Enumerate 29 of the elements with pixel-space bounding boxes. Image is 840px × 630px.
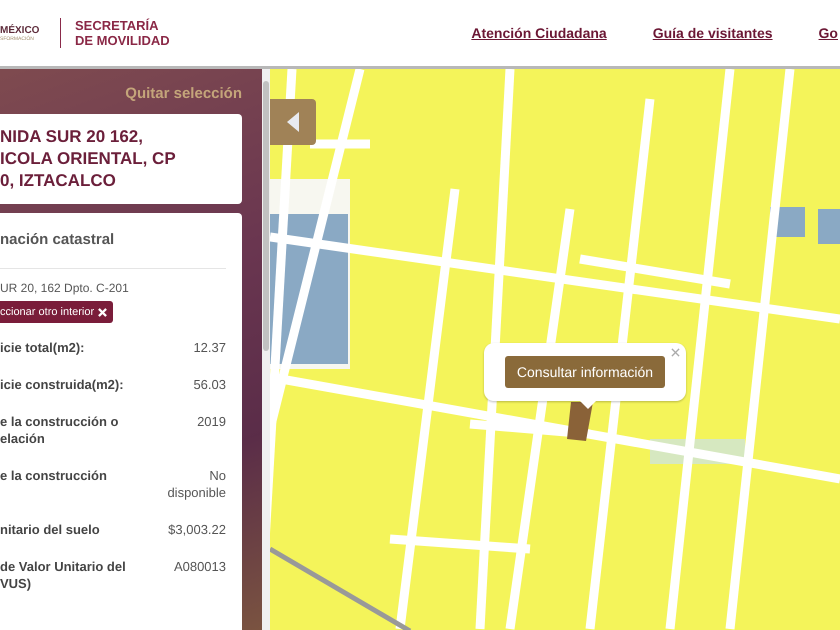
- field-label: e la construcción: [0, 467, 107, 485]
- close-icon[interactable]: [671, 348, 680, 357]
- field-value: A080013: [174, 558, 226, 576]
- card-title: nación catastral: [0, 231, 226, 269]
- consult-info-button[interactable]: Consultar información: [504, 356, 666, 388]
- address-line: NIDA SUR 20 162,: [0, 126, 144, 148]
- field-value: No disponible: [167, 467, 226, 501]
- scrollbar[interactable]: [262, 69, 270, 630]
- agency-name: SECRETARÍA DE MOVILIDAD: [75, 18, 170, 48]
- change-interior-button[interactable]: ccionar otro interior: [0, 301, 114, 323]
- collapse-panel-button[interactable]: [270, 99, 316, 145]
- address-line: ICOLA ORIENTAL, CP: [0, 148, 177, 170]
- field-label: icie construida(m2):: [0, 376, 124, 393]
- unit-address: UR 20, 162 Dpto. C-201: [0, 281, 130, 295]
- address-line: 0, IZTACALCO: [0, 170, 117, 192]
- triangle-left-icon: [287, 112, 299, 132]
- nav-link[interactable]: Atención Ciudadana: [471, 25, 607, 41]
- nav-link[interactable]: Guía de visitantes: [652, 25, 773, 41]
- field-value: 2019: [197, 413, 226, 431]
- field-label: de Valor Unitario del VUS): [0, 558, 126, 592]
- nav-link[interactable]: Go: [818, 25, 838, 41]
- field-label: icie total(m2):: [0, 339, 85, 356]
- field-label: e la construcción o elación: [0, 413, 118, 447]
- field-label: nitario del suelo: [0, 521, 100, 538]
- field-value: 56.03: [193, 376, 226, 393]
- close-icon: [98, 308, 108, 316]
- field-value: $3,003.22: [168, 521, 226, 538]
- field-value: 12.37: [193, 339, 226, 356]
- logo-name: MÉXICO: [0, 24, 40, 36]
